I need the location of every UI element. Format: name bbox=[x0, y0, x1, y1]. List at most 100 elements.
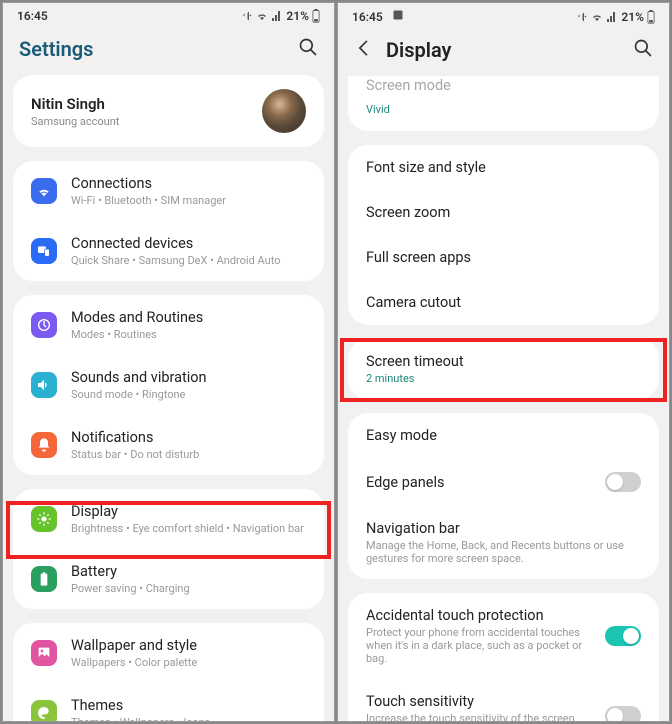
row-title: Sounds and vibration bbox=[71, 369, 306, 386]
settings-group: Modes and RoutinesModes • Routines Sound… bbox=[13, 295, 324, 475]
search-button[interactable] bbox=[633, 38, 653, 62]
row-connected-devices[interactable]: Connected devices Quick Share • Samsung D… bbox=[13, 221, 324, 281]
display-list[interactable]: Screen mode Vivid Font size and style Sc… bbox=[338, 76, 669, 721]
row-title: Connections bbox=[71, 175, 306, 192]
row-sub: Themes • Wallpapers • Icons bbox=[71, 716, 306, 721]
settings-list[interactable]: Nitin Singh Samsung account Connections W… bbox=[3, 75, 334, 721]
settings-group: Easy mode Edge panels Navigation bar Man… bbox=[348, 413, 659, 579]
back-button[interactable] bbox=[354, 38, 374, 62]
modes-icon bbox=[31, 312, 57, 338]
row-notifications[interactable]: Notifications Status bar • Do not disturb bbox=[13, 415, 324, 475]
settings-group: Connections Wi-Fi • Bluetooth • SIM manag… bbox=[13, 161, 324, 281]
wifi-icon bbox=[31, 178, 57, 204]
wallpaper-icon bbox=[31, 640, 57, 666]
search-icon bbox=[633, 38, 653, 58]
row-sounds[interactable]: Sounds and vibration Sound mode • Rington… bbox=[13, 355, 324, 415]
row-sub: Protect your phone from accidental touch… bbox=[366, 626, 591, 665]
header: Settings bbox=[3, 25, 334, 75]
wifi-icon bbox=[256, 10, 268, 22]
row-sub: Power saving • Charging bbox=[71, 582, 306, 595]
mute-icon bbox=[241, 10, 253, 22]
row-title: Edge panels bbox=[366, 474, 591, 491]
page-title: Settings bbox=[19, 37, 93, 61]
search-button[interactable] bbox=[298, 37, 318, 61]
status-time: 16:45 bbox=[352, 10, 383, 24]
row-connections[interactable]: Connections Wi-Fi • Bluetooth • SIM manag… bbox=[13, 161, 324, 221]
row-sub: Wallpapers • Color palette bbox=[71, 656, 306, 669]
sound-icon bbox=[31, 372, 57, 398]
row-wallpaper[interactable]: Wallpaper and styleWallpapers • Color pa… bbox=[13, 623, 324, 683]
status-bar: 16:45 21% bbox=[3, 3, 334, 25]
row-fullscreen[interactable]: Full screen apps bbox=[348, 235, 659, 280]
row-title: Font size and style bbox=[366, 159, 641, 176]
row-sub: 2 minutes bbox=[366, 372, 641, 385]
toggle-accidental[interactable] bbox=[605, 626, 641, 646]
row-sub: Brightness • Eye comfort shield • Naviga… bbox=[71, 522, 306, 535]
header: Display bbox=[338, 26, 669, 76]
battery-icon bbox=[647, 10, 655, 24]
row-modes[interactable]: Modes and RoutinesModes • Routines bbox=[13, 295, 324, 355]
row-touch-sensitivity[interactable]: Touch sensitivity Increase the touch sen… bbox=[348, 679, 659, 721]
brightness-icon bbox=[31, 506, 57, 532]
row-title: Battery bbox=[71, 563, 306, 580]
row-title: Display bbox=[71, 503, 306, 520]
row-title: Screen mode bbox=[366, 77, 641, 94]
settings-group: Display Brightness • Eye comfort shield •… bbox=[13, 489, 324, 609]
chevron-left-icon bbox=[354, 38, 374, 58]
phone-display-settings: 16:45 21% Display Screen mode Vivid bbox=[337, 2, 670, 722]
row-title: Camera cutout bbox=[366, 294, 641, 311]
status-bar: 16:45 21% bbox=[338, 3, 669, 26]
row-easy-mode[interactable]: Easy mode bbox=[348, 413, 659, 458]
palette-icon bbox=[31, 700, 57, 721]
signal-icon bbox=[606, 11, 618, 23]
row-title: Screen timeout bbox=[366, 353, 641, 370]
row-title: Themes bbox=[71, 697, 306, 714]
toggle-sensitivity[interactable] bbox=[605, 706, 641, 722]
battery-icon bbox=[31, 566, 57, 592]
row-battery[interactable]: Battery Power saving • Charging bbox=[13, 549, 324, 609]
row-sub: Sound mode • Ringtone bbox=[71, 388, 306, 401]
bell-icon bbox=[31, 432, 57, 458]
row-sub: Status bar • Do not disturb bbox=[71, 448, 306, 461]
row-screen-mode[interactable]: Screen mode bbox=[348, 76, 659, 98]
status-right: 21% bbox=[576, 10, 655, 24]
battery-pct: 21% bbox=[286, 9, 309, 23]
row-font[interactable]: Font size and style bbox=[348, 145, 659, 190]
row-title: Navigation bar bbox=[366, 520, 641, 537]
row-screen-timeout[interactable]: Screen timeout 2 minutes bbox=[348, 339, 659, 399]
row-title: Notifications bbox=[71, 429, 306, 446]
search-icon bbox=[298, 37, 318, 57]
settings-group: Font size and style Screen zoom Full scr… bbox=[348, 145, 659, 325]
devices-icon bbox=[31, 238, 57, 264]
row-title: Easy mode bbox=[366, 427, 641, 444]
row-title: Touch sensitivity bbox=[366, 693, 591, 710]
image-icon bbox=[392, 9, 404, 21]
page-title: Display bbox=[386, 38, 451, 62]
row-sub: Quick Share • Samsung DeX • Android Auto bbox=[71, 254, 306, 267]
row-sub: Increase the touch sensitivity of the sc… bbox=[366, 712, 591, 721]
row-title: Modes and Routines bbox=[71, 309, 306, 326]
row-title: Connected devices bbox=[71, 235, 306, 252]
profile-card[interactable]: Nitin Singh Samsung account bbox=[13, 75, 324, 147]
row-cutout[interactable]: Camera cutout bbox=[348, 280, 659, 325]
row-edge-panels[interactable]: Edge panels bbox=[348, 458, 659, 506]
avatar[interactable] bbox=[262, 89, 306, 133]
settings-group: Wallpaper and styleWallpapers • Color pa… bbox=[13, 623, 324, 721]
screen-mode-value: Vivid bbox=[366, 103, 390, 116]
profile-sub: Samsung account bbox=[31, 115, 119, 128]
row-display[interactable]: Display Brightness • Eye comfort shield •… bbox=[13, 489, 324, 549]
settings-group: Screen timeout 2 minutes bbox=[348, 339, 659, 399]
profile-info: Nitin Singh Samsung account bbox=[31, 95, 119, 128]
status-time: 16:45 bbox=[17, 9, 48, 23]
toggle-edge-panels[interactable] bbox=[605, 472, 641, 492]
row-zoom[interactable]: Screen zoom bbox=[348, 190, 659, 235]
phone-settings-main: 16:45 21% Settings Nitin Singh Samsung a… bbox=[2, 2, 335, 722]
row-title: Screen zoom bbox=[366, 204, 641, 221]
row-sub: Wi-Fi • Bluetooth • SIM manager bbox=[71, 194, 306, 207]
row-accidental-touch[interactable]: Accidental touch protection Protect your… bbox=[348, 593, 659, 679]
mute-icon bbox=[576, 11, 588, 23]
row-title: Accidental touch protection bbox=[366, 607, 591, 624]
row-navbar[interactable]: Navigation bar Manage the Home, Back, an… bbox=[348, 506, 659, 579]
row-themes[interactable]: Themes Themes • Wallpapers • Icons bbox=[13, 683, 324, 721]
row-title: Full screen apps bbox=[366, 249, 641, 266]
